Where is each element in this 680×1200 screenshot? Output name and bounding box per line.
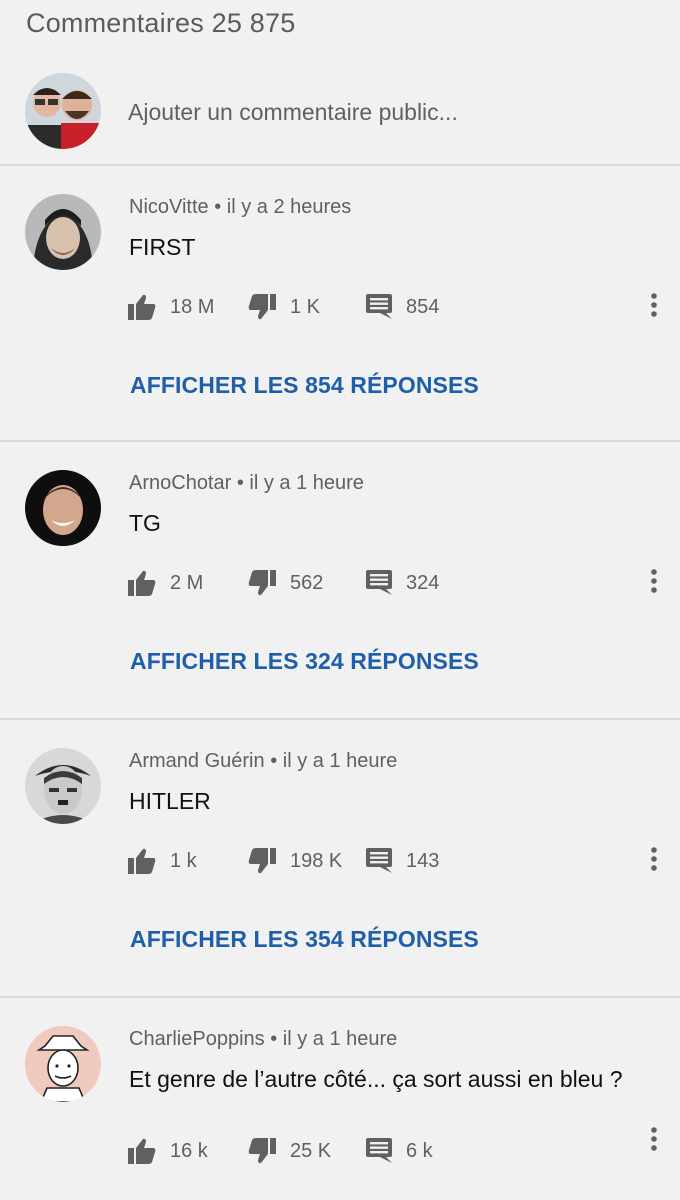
reply-count: 324 <box>406 571 440 594</box>
more-vertical-icon <box>651 846 657 876</box>
reply-button[interactable]: 143 <box>366 846 439 876</box>
meta-separator: • <box>270 750 283 772</box>
author-avatar[interactable] <box>25 470 101 546</box>
reply-button[interactable]: 324 <box>366 568 439 598</box>
author-avatar[interactable] <box>25 194 101 270</box>
like-count: 2 M <box>170 571 204 594</box>
dislike-count: 1 K <box>290 295 321 318</box>
comment-text: Et genre de l’autre côté... ça sort auss… <box>129 1066 623 1092</box>
thumbs-up-icon <box>128 570 156 596</box>
thumbs-down-icon <box>248 848 276 874</box>
comment-item: CharliePoppins • il y a 1 heure Et genre… <box>0 998 680 1200</box>
thumbs-down-icon <box>248 570 276 596</box>
comment-time: il y a 1 heure <box>282 750 398 772</box>
dislike-count: 25 K <box>290 1139 332 1162</box>
comment-time: il y a 2 heures <box>226 196 352 218</box>
author-name[interactable]: Armand Guérin <box>129 750 265 772</box>
author-avatar[interactable] <box>25 748 101 824</box>
comment-item: Armand Guérin • il y a 1 heure HITLER 1 … <box>0 720 680 996</box>
author-name[interactable]: ArnoChotar <box>129 472 231 494</box>
reply-count: 6 k <box>406 1139 433 1162</box>
comment-item: ArnoChotar • il y a 1 heure TG 2 M 562 3… <box>0 442 680 718</box>
thumbs-up-icon <box>128 848 156 874</box>
like-count: 16 k <box>170 1139 208 1162</box>
meta-separator: • <box>214 196 227 218</box>
dislike-count: 198 K <box>290 849 343 872</box>
comment-actions: 2 M 562 324 <box>128 568 648 598</box>
thumbs-up-icon <box>128 294 156 320</box>
meta-separator: • <box>270 1028 283 1050</box>
comment-actions: 16 k 25 K 6 k <box>128 1136 648 1166</box>
comments-count-title: Commentaires 25 875 <box>26 8 296 38</box>
dislike-button[interactable]: 562 <box>248 568 323 598</box>
comment-text: HITLER <box>129 788 211 814</box>
dislike-button[interactable]: 198 K <box>248 846 342 876</box>
reply-count: 854 <box>406 295 440 318</box>
current-user-avatar[interactable] <box>25 73 101 149</box>
comment-icon <box>366 848 392 874</box>
comment-meta: Armand Guérin • il y a 1 heure <box>129 750 397 773</box>
more-options-button[interactable] <box>642 846 666 876</box>
show-replies-link[interactable]: AFFICHER LES 854 RÉPONSES <box>130 372 479 399</box>
reply-button[interactable]: 6 k <box>366 1136 433 1166</box>
reply-count: 143 <box>406 849 440 872</box>
more-options-button[interactable] <box>642 1126 666 1156</box>
comment-icon <box>366 570 392 596</box>
comment-meta: ArnoChotar • il y a 1 heure <box>129 472 364 495</box>
comment-actions: 18 M 1 K 854 <box>128 292 648 322</box>
like-count: 1 k <box>170 849 197 872</box>
like-button[interactable]: 1 k <box>128 846 197 876</box>
dislike-button[interactable]: 25 K <box>248 1136 331 1166</box>
comment-time: il y a 1 heure <box>249 472 364 494</box>
meta-separator: • <box>236 472 250 494</box>
reply-button[interactable]: 854 <box>366 292 439 322</box>
author-name[interactable]: CharliePoppins <box>129 1028 265 1050</box>
like-button[interactable]: 16 k <box>128 1136 208 1166</box>
comment-text: TG <box>129 510 161 536</box>
author-name[interactable]: NicoVitte <box>129 196 209 218</box>
comment-meta: NicoVitte • il y a 2 heures <box>129 196 351 219</box>
comment-item: NicoVitte • il y a 2 heures FIRST 18 M 1… <box>0 166 680 440</box>
thumbs-up-icon <box>128 1138 156 1164</box>
show-replies-link[interactable]: AFFICHER LES 324 RÉPONSES <box>130 648 479 675</box>
comment-meta: CharliePoppins • il y a 1 heure <box>129 1028 397 1051</box>
more-vertical-icon <box>651 292 657 322</box>
more-vertical-icon <box>651 1126 657 1156</box>
dislike-count: 562 <box>290 571 324 594</box>
comments-header: Commentaires 25 875 Ajouter un commentai… <box>0 0 680 166</box>
more-vertical-icon <box>651 568 657 598</box>
thumbs-down-icon <box>248 294 276 320</box>
like-button[interactable]: 18 M <box>128 292 214 322</box>
comment-text: FIRST <box>129 234 196 260</box>
dislike-button[interactable]: 1 K <box>248 292 320 322</box>
more-options-button[interactable] <box>642 568 666 598</box>
comment-time: il y a 1 heure <box>282 1028 398 1050</box>
comment-icon <box>366 1138 392 1164</box>
comment-actions: 1 k 198 K 143 <box>128 846 648 876</box>
add-comment-input[interactable]: Ajouter un commentaire public... <box>128 99 458 126</box>
thumbs-down-icon <box>248 1138 276 1164</box>
like-button[interactable]: 2 M <box>128 568 203 598</box>
comment-icon <box>366 294 392 320</box>
show-replies-link[interactable]: AFFICHER LES 354 RÉPONSES <box>130 926 479 953</box>
author-avatar[interactable] <box>25 1026 101 1102</box>
like-count: 18 M <box>170 295 215 318</box>
more-options-button[interactable] <box>642 292 666 322</box>
